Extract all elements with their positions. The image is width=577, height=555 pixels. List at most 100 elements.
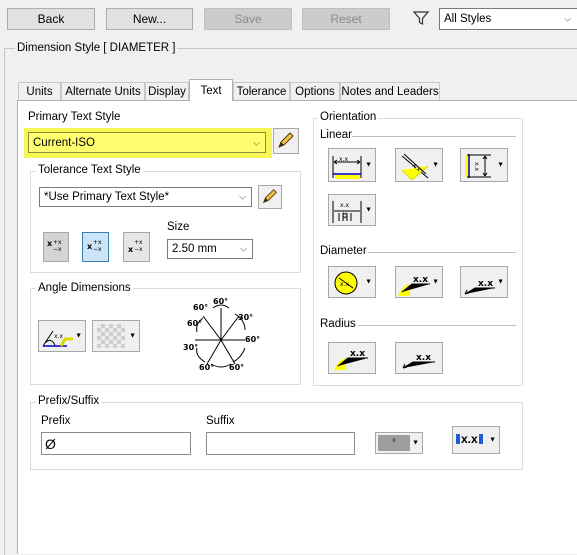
- style-filter-select[interactable]: All Styles ⌵: [439, 8, 577, 30]
- tab-notes-and-leaders-label: Notes and Leaders: [341, 85, 439, 98]
- linear-horizontal-dropdown[interactable]: x.x ▼: [328, 148, 376, 182]
- chevron-down-icon: ⌵: [253, 137, 260, 147]
- svg-text:−x: −x: [134, 246, 143, 253]
- tolerance-text-style-value: *Use Primary Text Style*: [44, 191, 170, 203]
- prefix-label: Prefix: [41, 415, 71, 427]
- insert-symbol-dropdown[interactable]: ° ▼: [375, 432, 423, 454]
- text-format-dropdown[interactable]: x.x ▼: [452, 426, 500, 454]
- angle-format-dropdown[interactable]: ▼: [92, 320, 140, 352]
- chevron-down-icon: ▼: [432, 278, 439, 286]
- size-select[interactable]: 2.50 mm ⌵: [167, 239, 253, 259]
- chevron-down-icon: ▼: [497, 161, 504, 169]
- prefix-input-value: Ø: [45, 435, 56, 452]
- dial-label: 30°: [183, 343, 198, 352]
- chevron-down-icon: ▼: [75, 332, 82, 340]
- tolerance-text-style-label: Tolerance Text Style: [36, 164, 143, 176]
- dial-label: 60°: [193, 303, 208, 312]
- dial-label: 60°: [229, 363, 244, 372]
- diameter-leader-text: x.x: [413, 275, 428, 285]
- chevron-down-icon: ⌵: [239, 191, 246, 202]
- tab-options[interactable]: Options: [290, 82, 340, 100]
- svg-text:x.x: x.x: [340, 202, 349, 209]
- angle-orientation-dropdown[interactable]: x.x ▼: [38, 320, 86, 352]
- tab-options-label: Options: [295, 85, 335, 98]
- reset-button[interactable]: Reset: [302, 8, 390, 30]
- chevron-down-icon: ⌵: [240, 243, 247, 254]
- dial-label: 60°: [213, 297, 228, 306]
- diameter-leader-dropdown[interactable]: x.x ▼: [395, 266, 443, 298]
- chevron-down-icon: ▼: [497, 278, 504, 286]
- tolerance-stacked-bottom-button[interactable]: x +x −x: [123, 232, 150, 262]
- tab-tolerance[interactable]: Tolerance: [233, 82, 290, 100]
- primary-text-style-select[interactable]: Current-ISO ⌵: [28, 132, 266, 153]
- angle-dial-diagram: 60° 30° 60° 60° 60° 30° 60° 60°: [183, 296, 263, 372]
- tolerance-text-style-select[interactable]: *Use Primary Text Style* ⌵: [39, 187, 252, 207]
- new-button-label: New...: [132, 12, 167, 26]
- linear-vertical-dropdown[interactable]: x.x ▼: [460, 148, 508, 182]
- tab-units-label: Units: [26, 85, 53, 98]
- radius-label: Radius: [320, 318, 356, 330]
- dial-label: 30°: [238, 313, 253, 322]
- diameter-horizontal-dropdown[interactable]: x.x ▼: [460, 266, 508, 298]
- linear-vertical-icon: x.x: [463, 152, 497, 183]
- radius-horizontal-icon: x.x: [399, 344, 439, 373]
- tolerance-stacked-left-icon: x +x −x: [46, 237, 66, 258]
- save-button-label: Save: [234, 12, 262, 26]
- edit-tolerance-text-style-button[interactable]: [258, 185, 282, 209]
- chevron-down-icon: ▼: [432, 161, 439, 169]
- svg-text:x.x: x.x: [473, 162, 480, 171]
- chevron-down-icon: ▼: [129, 332, 136, 340]
- tolerance-stacked-left-button[interactable]: x +x −x: [43, 232, 69, 262]
- svg-text:+x: +x: [134, 239, 143, 246]
- pencil-icon: [261, 187, 279, 208]
- left-marker-icon: [456, 434, 460, 444]
- linear-stacked-icon: x.x xx: [331, 197, 365, 228]
- degree-symbol-swatch: °: [378, 435, 410, 451]
- chevron-down-icon: ⌵: [564, 13, 571, 24]
- angle-dimensions-label: Angle Dimensions: [36, 282, 133, 294]
- edit-primary-text-style-button[interactable]: [273, 128, 299, 154]
- chevron-down-icon: ▼: [365, 161, 372, 169]
- primary-text-style-value: Current-ISO: [33, 136, 95, 149]
- tolerance-stacked-center-icon: x +x −x: [86, 237, 106, 258]
- diameter-circle-icon: x.x: [333, 270, 359, 299]
- radius-leader-button[interactable]: x.x: [328, 342, 376, 374]
- text-format-sample: x.x: [461, 432, 478, 446]
- chevron-down-icon: ▼: [489, 436, 496, 444]
- new-button[interactable]: New...: [106, 8, 193, 30]
- tab-display[interactable]: Display: [145, 82, 189, 100]
- filter-icon: [412, 10, 430, 26]
- linear-aligned-dropdown[interactable]: x.x ▼: [395, 148, 443, 182]
- linear-aligned-icon: x.x: [398, 152, 432, 183]
- radius-horizontal-button[interactable]: x.x: [395, 342, 443, 374]
- svg-text:x.x: x.x: [339, 156, 348, 163]
- linear-horizontal-icon: x.x: [331, 152, 365, 183]
- diameter-horizontal-text: x.x: [478, 279, 493, 289]
- radius-horizontal-text: x.x: [416, 353, 431, 363]
- tab-text-label: Text: [200, 84, 222, 97]
- linear-separator: [352, 136, 516, 137]
- angle-dimension-icon: x.x: [41, 323, 75, 352]
- tolerance-stacked-bottom-icon: x +x −x: [127, 237, 147, 258]
- save-button[interactable]: Save: [204, 8, 292, 30]
- prefix-suffix-label: Prefix/Suffix: [36, 395, 102, 407]
- diameter-leader-icon: x.x: [398, 270, 434, 299]
- pencil-icon: [276, 130, 296, 153]
- tab-notes-and-leaders[interactable]: Notes and Leaders: [340, 82, 440, 100]
- tolerance-stacked-center-button[interactable]: x +x −x: [82, 232, 109, 262]
- linear-label: Linear: [320, 129, 352, 141]
- prefix-input[interactable]: Ø: [41, 432, 191, 455]
- orientation-label: Orientation: [318, 111, 379, 123]
- dial-label: 60°: [187, 319, 202, 328]
- svg-text:x.x: x.x: [54, 333, 63, 340]
- tab-alternate-units[interactable]: Alternate Units: [61, 82, 145, 100]
- svg-text:+x: +x: [53, 239, 62, 246]
- tab-units[interactable]: Units: [18, 82, 61, 100]
- svg-text:x.x: x.x: [340, 281, 349, 288]
- suffix-input[interactable]: [206, 432, 355, 455]
- back-button[interactable]: Back: [7, 8, 95, 30]
- checkerboard-icon: [97, 324, 125, 348]
- diameter-inside-dropdown[interactable]: x.x ▼: [328, 266, 376, 298]
- linear-stacked-dropdown[interactable]: x.x xx ▼: [328, 194, 376, 226]
- tab-text[interactable]: Text: [189, 79, 233, 101]
